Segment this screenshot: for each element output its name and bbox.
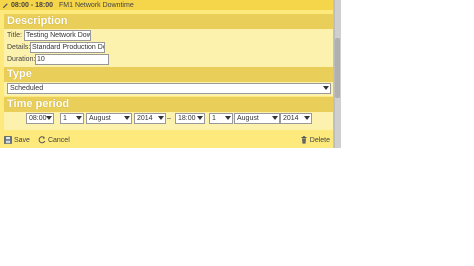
end-year-value: 2014 (283, 115, 299, 122)
description-heading: Description (4, 14, 333, 29)
time-period-section: 08:00 1 August 2014 – 18:00 1 August 201… (4, 112, 333, 130)
cancel-label: Cancel (47, 136, 70, 144)
end-time-value: 18:00 (178, 115, 196, 122)
scrollbar-thumb[interactable] (335, 38, 340, 98)
start-day-value: 1 (63, 115, 67, 122)
end-month-select[interactable]: August (234, 113, 280, 124)
start-time-select[interactable]: 08:00 (26, 113, 54, 124)
panel-footer: Save Cancel Delete (4, 133, 330, 147)
time-period-heading: Time period (4, 97, 333, 112)
type-select[interactable]: Scheduled (7, 83, 331, 94)
delete-button[interactable]: Delete (300, 136, 330, 144)
pencil-icon (2, 2, 8, 8)
start-month-value: August (89, 115, 111, 122)
event-time-range: 08:00 - 18:00 (11, 1, 54, 9)
chevron-down-icon (124, 116, 130, 120)
start-year-select[interactable]: 2014 (134, 113, 166, 124)
event-name: FM1 Network Downtime (59, 1, 134, 9)
description-section: Title: Testing Network Downtime Details:… (4, 29, 333, 67)
end-month-value: August (237, 115, 259, 122)
chevron-down-icon (197, 116, 203, 120)
chevron-down-icon (323, 86, 329, 90)
save-label: Save (14, 136, 30, 144)
start-month-select[interactable]: August (86, 113, 132, 124)
trash-icon (301, 136, 307, 144)
chevron-down-icon (46, 116, 52, 120)
details-input[interactable]: Standard Production Downtime (30, 42, 105, 53)
end-time-select[interactable]: 18:00 (175, 113, 205, 124)
delete-label: Delete (309, 136, 330, 144)
type-section: Scheduled (4, 82, 333, 96)
panel-titlebar: 08:00 - 18:00 FM1 Network Downtime (0, 0, 333, 10)
start-day-select[interactable]: 1 (60, 113, 84, 124)
cancel-icon (38, 136, 46, 144)
duration-label: Duration: (7, 56, 36, 63)
event-editor-panel: 08:00 - 18:00 FM1 Network Downtime Descr… (0, 0, 334, 148)
chevron-down-icon (76, 116, 82, 120)
save-button[interactable]: Save (4, 136, 30, 144)
type-selected-value: Scheduled (10, 85, 44, 92)
type-heading: Type (4, 67, 333, 82)
duration-input[interactable]: 10 (35, 54, 109, 65)
start-year-value: 2014 (137, 115, 153, 122)
chevron-down-icon (272, 116, 278, 120)
range-separator: – (167, 115, 171, 122)
end-year-select[interactable]: 2014 (280, 113, 312, 124)
cancel-button[interactable]: Cancel (38, 136, 70, 144)
chevron-down-icon (304, 116, 310, 120)
chevron-down-icon (225, 116, 231, 120)
end-day-select[interactable]: 1 (209, 113, 233, 124)
title-input[interactable]: Testing Network Downtime (24, 30, 91, 41)
editor-content: Description Title: Testing Network Downt… (4, 11, 333, 131)
details-label: Details: (7, 44, 31, 51)
start-time-value: 08:00 (29, 115, 47, 122)
end-day-value: 1 (212, 115, 216, 122)
title-label: Title: (7, 32, 22, 39)
chevron-down-icon (158, 116, 164, 120)
save-icon (4, 136, 12, 144)
